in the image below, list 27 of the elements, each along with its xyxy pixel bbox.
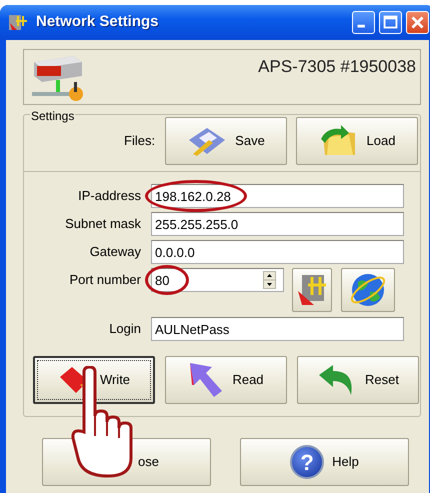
reset-button[interactable]: Reset	[297, 356, 419, 404]
window-title: Network Settings	[36, 12, 159, 32]
tool-button[interactable]	[292, 268, 332, 312]
close-icon[interactable]	[406, 11, 429, 34]
maximize-icon[interactable]	[379, 11, 402, 34]
field-label: Gateway	[88, 243, 142, 261]
help-button[interactable]: ? Help	[240, 438, 409, 486]
text-field[interactable]: 198.162.0.28	[151, 184, 404, 208]
save-button[interactable]: Save	[165, 117, 287, 165]
read-button[interactable]: Read	[165, 356, 287, 404]
text-field[interactable]: AULNetPass	[151, 317, 404, 341]
app-icon	[8, 14, 28, 32]
load-button[interactable]: Load	[296, 117, 418, 165]
text-field[interactable]: 0.0.0.0	[151, 240, 404, 264]
text-field[interactable]: 255.255.255.0	[151, 212, 404, 236]
field-label: Login	[108, 320, 142, 338]
files-label: Files:	[124, 132, 156, 150]
minimize-icon[interactable]	[352, 11, 375, 34]
device-model: APS-7305 #1950038	[258, 56, 417, 78]
help-icon: ?	[290, 445, 324, 479]
globe-button[interactable]	[341, 268, 395, 312]
arrow-icon	[188, 361, 224, 399]
field-label: Subnet mask	[64, 215, 142, 233]
field-label: IP-address	[77, 187, 142, 205]
spinner-arrows-icon[interactable]	[263, 271, 276, 289]
write-button[interactable]: Write	[33, 356, 155, 404]
field-label: Port number	[68, 271, 142, 289]
